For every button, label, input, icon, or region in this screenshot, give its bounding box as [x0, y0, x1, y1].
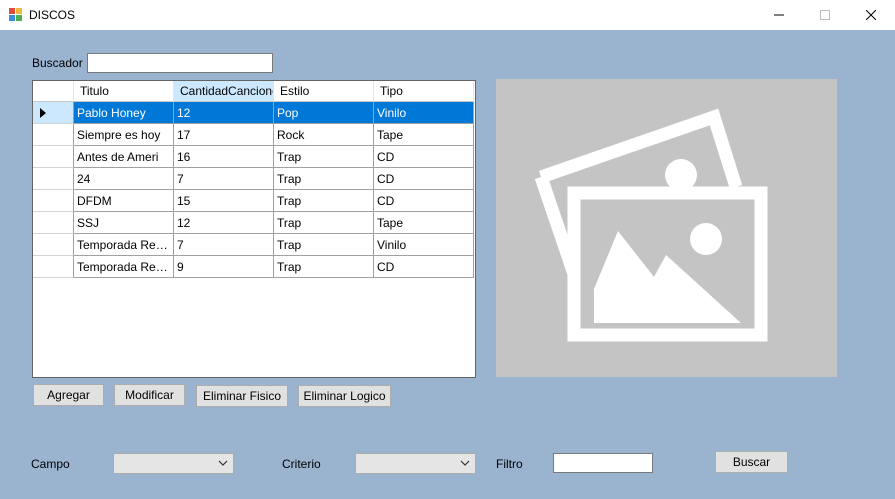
cell-titulo[interactable]: SSJ [74, 212, 174, 234]
column-header-titulo[interactable]: Titulo [74, 81, 174, 102]
cell-estilo[interactable]: Trap [274, 190, 374, 212]
cell-titulo[interactable]: Pablo Honey [74, 102, 174, 124]
cell-titulo[interactable]: DFDM [74, 190, 174, 212]
cell-titulo[interactable]: Antes de Ameri [74, 146, 174, 168]
row-header[interactable] [33, 234, 74, 256]
cell-titulo[interactable]: Siempre es hoy [74, 124, 174, 146]
table-row[interactable]: Pablo Honey 12 Pop Vinilo [33, 102, 474, 124]
search-label: Buscador [32, 56, 83, 70]
minimize-icon [774, 14, 784, 16]
cell-estilo[interactable]: Rock [274, 124, 374, 146]
row-header[interactable] [33, 212, 74, 234]
table-row[interactable]: Temporada Regg... 9 Trap CD [33, 256, 474, 278]
cell-tipo[interactable]: CD [374, 168, 474, 190]
discs-data-grid[interactable]: Titulo CantidadCanciones Estilo Tipo Pab… [32, 80, 476, 378]
cell-cantidad[interactable]: 7 [174, 168, 274, 190]
cell-cantidad[interactable]: 17 [174, 124, 274, 146]
chevron-down-icon [218, 460, 228, 466]
criteria-label: Criterio [282, 457, 321, 471]
cell-titulo[interactable]: Temporada Regg... [74, 256, 174, 278]
search-button[interactable]: Buscar [715, 451, 788, 473]
cell-tipo[interactable]: CD [374, 256, 474, 278]
row-header[interactable] [33, 124, 74, 146]
cell-cantidad[interactable]: 9 [174, 256, 274, 278]
row-header[interactable] [33, 146, 74, 168]
window-title: DISCOS [29, 8, 76, 22]
modify-button[interactable]: Modificar [114, 384, 185, 406]
field-combobox[interactable] [113, 453, 234, 474]
table-row[interactable]: Temporada Regg... 7 Trap Vinilo [33, 234, 474, 256]
cell-estilo[interactable]: Trap [274, 234, 374, 256]
cell-tipo[interactable]: Vinilo [374, 234, 474, 256]
minimize-button[interactable] [756, 0, 802, 30]
cell-tipo[interactable]: CD [374, 190, 474, 212]
cell-tipo[interactable]: Tape [374, 212, 474, 234]
cell-estilo[interactable]: Trap [274, 256, 374, 278]
cell-titulo[interactable]: Temporada Regg... [74, 234, 174, 256]
search-input[interactable] [87, 53, 273, 73]
cell-estilo[interactable]: Trap [274, 212, 374, 234]
maximize-button[interactable] [802, 0, 848, 30]
cell-tipo[interactable]: Tape [374, 124, 474, 146]
column-header-cantidad-canciones[interactable]: CantidadCanciones [174, 81, 274, 102]
cell-estilo[interactable]: Trap [274, 146, 374, 168]
table-row[interactable]: Siempre es hoy 17 Rock Tape [33, 124, 474, 146]
cover-picture-box [496, 79, 837, 377]
image-placeholder-icon [534, 108, 768, 342]
cell-estilo[interactable]: Pop [274, 102, 374, 124]
column-header-tipo[interactable]: Tipo [374, 81, 474, 102]
chevron-down-icon [460, 460, 470, 466]
delete-logical-button[interactable]: Eliminar Logico [298, 385, 391, 407]
cell-tipo[interactable]: CD [374, 146, 474, 168]
grid-header: Titulo CantidadCanciones Estilo Tipo [33, 81, 475, 102]
filter-label: Filtro [496, 457, 523, 471]
cell-estilo[interactable]: Trap [274, 168, 374, 190]
row-header[interactable] [33, 168, 74, 190]
add-button[interactable]: Agregar [33, 384, 104, 406]
cell-cantidad[interactable]: 12 [174, 102, 274, 124]
current-row-arrow-icon [40, 108, 46, 118]
table-row[interactable]: 24 7 Trap CD [33, 168, 474, 190]
column-header-estilo[interactable]: Estilo [274, 81, 374, 102]
row-header[interactable] [33, 256, 74, 278]
row-header[interactable] [33, 102, 74, 124]
table-row[interactable]: DFDM 15 Trap CD [33, 190, 474, 212]
table-row[interactable]: Antes de Ameri 16 Trap CD [33, 146, 474, 168]
cell-cantidad[interactable]: 16 [174, 146, 274, 168]
cell-cantidad[interactable]: 15 [174, 190, 274, 212]
title-bar: DISCOS [0, 0, 895, 30]
cell-cantidad[interactable]: 12 [174, 212, 274, 234]
grid-corner-header[interactable] [33, 81, 74, 102]
cell-cantidad[interactable]: 7 [174, 234, 274, 256]
cell-tipo[interactable]: Vinilo [374, 102, 474, 124]
table-row[interactable]: SSJ 12 Trap Tape [33, 212, 474, 234]
criteria-combobox[interactable] [355, 453, 476, 474]
cell-titulo[interactable]: 24 [74, 168, 174, 190]
app-icon [9, 8, 23, 22]
close-button[interactable] [848, 0, 894, 30]
field-label: Campo [31, 457, 70, 471]
close-icon [866, 10, 876, 20]
row-header[interactable] [33, 190, 74, 212]
filter-input[interactable] [553, 453, 653, 473]
maximize-icon [820, 10, 830, 20]
delete-physical-button[interactable]: Eliminar Fisico [196, 385, 288, 407]
